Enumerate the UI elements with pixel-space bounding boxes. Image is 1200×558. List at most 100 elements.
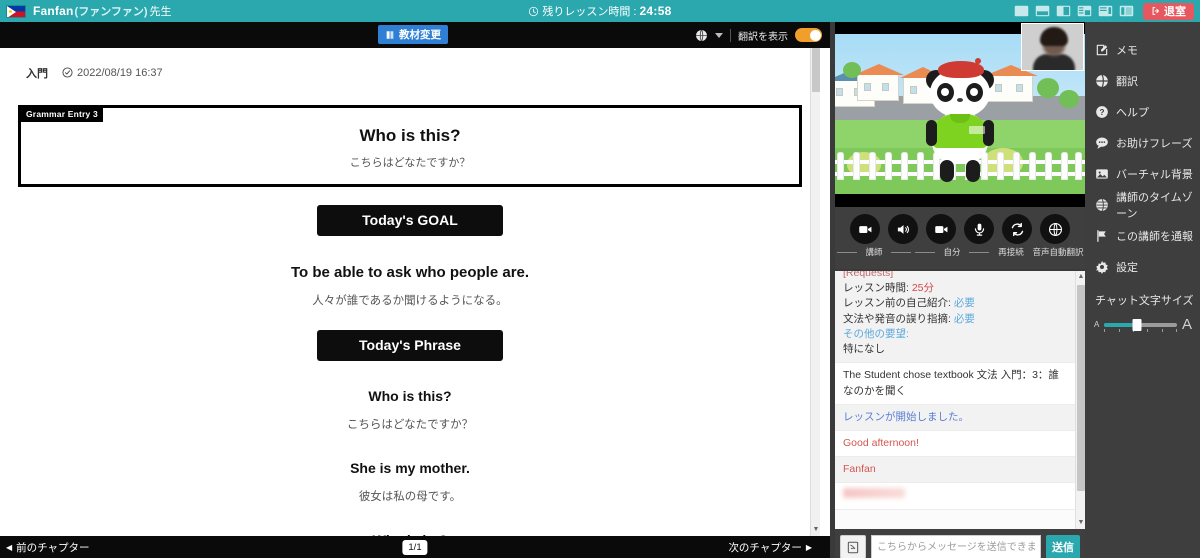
grammar-entry-english: Who is this?	[359, 125, 461, 145]
sidebar-item-settings[interactable]: 設定	[1085, 251, 1200, 282]
layout-left-right-icon[interactable]	[1056, 5, 1071, 17]
layout-two-pane-icon[interactable]	[1119, 5, 1134, 17]
exit-room-button[interactable]: 退室	[1143, 2, 1194, 20]
toolbar-divider	[730, 28, 731, 42]
material-scroll-area: 誰なのかを聞く 入門 2022/08/19 16:37 Grammar Entr…	[0, 22, 820, 536]
font-size-slider-knob[interactable]	[1132, 318, 1142, 331]
lesson-app-window: Fanfan (ファンファン) 先生 残りレッスン時間 : 24:58 退室 入…	[0, 0, 1200, 558]
teacher-video-area[interactable]	[835, 22, 1085, 207]
exit-room-label: 退室	[1164, 6, 1186, 18]
check-circle-icon	[62, 67, 73, 78]
clock-icon	[529, 6, 539, 16]
sidebar-item-label: 講師のタイムゾーン	[1116, 191, 1193, 220]
self-video-button[interactable]	[926, 214, 956, 244]
video-control-labels: 講師 自分 再接続 音声自動翻訳	[835, 246, 1085, 258]
phrase-1-english: Who is this?	[368, 387, 452, 404]
previous-chapter-button[interactable]: ◀ 前のチャプター	[6, 540, 90, 555]
svg-text:?: ?	[1100, 107, 1105, 116]
font-size-slider-track[interactable]	[1104, 318, 1177, 332]
chat-font-size-slider[interactable]: A A	[1085, 308, 1200, 333]
chat-bubble-icon	[1095, 136, 1109, 150]
send-message-button[interactable]: 送信	[1046, 535, 1080, 558]
reconnect-label: 再接続	[998, 247, 1024, 257]
sidebar-item-help[interactable]: ? ヘルプ	[1085, 96, 1200, 127]
memo-pencil-icon	[1095, 43, 1109, 57]
chat-input[interactable]	[871, 535, 1041, 558]
request-0-value: 25分	[911, 282, 935, 295]
chat-message-teacher-0: Good afternoon!	[835, 430, 1075, 458]
other-request-value: 特になし	[843, 343, 885, 356]
microphone-icon	[974, 223, 984, 236]
phrase-2-english: She is my mother.	[350, 459, 470, 476]
sidebar-item-memo[interactable]: メモ	[1085, 34, 1200, 65]
gear-icon	[1095, 260, 1109, 274]
help-question-icon: ?	[1095, 105, 1109, 119]
right-sidebar: メモ 翻訳 ? ヘルプ お助けフレーズ バーチャル背景 講師のタイムゾーン この…	[1085, 22, 1200, 558]
layout-single-icon[interactable]	[1014, 5, 1029, 17]
chat-scrollbar[interactable]: ▲ ▼	[1075, 271, 1085, 529]
self-view-thumbnail[interactable]	[1021, 23, 1084, 71]
globe-icon[interactable]	[695, 29, 708, 42]
auto-translate-button[interactable]	[1040, 214, 1070, 244]
chat-message-blurred	[835, 483, 1075, 510]
chapter-navigation: ◀ 前のチャプター 1/1 次のチャプター ▶	[0, 536, 830, 558]
next-chapter-button[interactable]: 次のチャプター ▶	[728, 540, 812, 555]
sidebar-item-helpful-phrases[interactable]: お助けフレーズ	[1085, 127, 1200, 158]
chat-message-list[interactable]: [Requests] レッスン時間: 25分 レッスン前の自己紹介: 必要 文法…	[835, 271, 1085, 529]
auto-translate-label: 音声自動翻訳	[1032, 247, 1084, 257]
sidebar-item-label: お助けフレーズ	[1116, 137, 1193, 150]
sidebar-item-label: メモ	[1116, 44, 1138, 57]
show-translation-label: 翻訳を表示	[738, 31, 788, 43]
sidebar-item-label: 翻訳	[1116, 75, 1138, 88]
layout-list-left-icon[interactable]	[1077, 5, 1092, 17]
chat-font-size-title: チャット文字サイズ	[1095, 295, 1194, 307]
book-icon	[386, 30, 394, 39]
sidebar-item-report-teacher[interactable]: この講師を通報	[1085, 220, 1200, 251]
show-translation-toggle[interactable]	[795, 28, 822, 42]
translate-globe-icon	[1095, 74, 1109, 88]
request-2-value: 必要	[953, 312, 975, 325]
sidebar-item-teacher-timezone[interactable]: 講師のタイムゾーン	[1085, 189, 1200, 220]
sidebar-item-label: ヘルプ	[1116, 106, 1149, 119]
sidebar-item-label: この講師を通報	[1116, 230, 1193, 243]
stamp-button[interactable]	[840, 535, 866, 558]
teacher-video-button[interactable]	[850, 214, 880, 244]
sidebar-item-virtual-background[interactable]: バーチャル背景	[1085, 158, 1200, 189]
chevron-right-icon: ▶	[805, 542, 812, 552]
teacher-name: Fanfan	[33, 4, 74, 18]
phrase-1-japanese: こちらはどなたですか？	[346, 418, 474, 431]
globe-icon	[1048, 222, 1062, 236]
layout-sidebar-right-icon[interactable]	[1098, 5, 1113, 17]
request-2-label: 文法や発音の誤り指摘:	[843, 312, 951, 325]
change-material-label: 教材変更	[399, 29, 441, 41]
flag-icon	[1095, 229, 1109, 243]
speaker-icon	[897, 224, 909, 234]
teacher-audio-button[interactable]	[888, 214, 918, 244]
chat-scrollbar-thumb[interactable]	[1077, 285, 1085, 491]
sidebar-item-translate[interactable]: 翻訳	[1085, 65, 1200, 96]
grammar-entry-box: Grammar Entry 3 Who is this? こちらはどなたですか？	[18, 104, 802, 187]
chevron-down-icon[interactable]	[715, 32, 723, 38]
lesson-material-pane: 誰なのかを聞く 入門 2022/08/19 16:37 Grammar Entr…	[0, 22, 830, 558]
self-controls-label: 自分	[913, 246, 991, 258]
chat-scroll-up-arrow[interactable]: ▲	[1077, 272, 1085, 282]
video-camera-icon	[858, 225, 871, 233]
sidebar-item-label: 設定	[1116, 261, 1138, 274]
chat-message-system: レッスンが開始しました。	[835, 404, 1075, 431]
top-bar-right-controls: 退室	[1014, 0, 1200, 22]
stamp-icon	[847, 541, 859, 553]
self-mic-button[interactable]	[964, 214, 994, 244]
page-indicator: 1/1	[402, 539, 428, 555]
layout-top-bottom-icon[interactable]	[1035, 5, 1050, 17]
chat-message-requests: [Requests] レッスン時間: 25分 レッスン前の自己紹介: 必要 文法…	[835, 271, 1075, 364]
sidebar-item-label: バーチャル背景	[1116, 168, 1193, 181]
lesson-timer-label: 残りレッスン時間 :	[542, 6, 637, 18]
material-scrollbar[interactable]: ▲ ▼	[810, 22, 820, 536]
material-scroll-down-arrow[interactable]: ▼	[812, 525, 820, 535]
chat-scroll-down-arrow[interactable]: ▼	[1077, 518, 1085, 528]
change-material-button[interactable]: 教材変更	[378, 25, 448, 44]
reconnect-button[interactable]	[1002, 214, 1032, 244]
request-0-label: レッスン時間:	[843, 282, 909, 295]
teacher-controls-label: 講師	[835, 246, 913, 258]
image-icon	[1095, 167, 1109, 181]
